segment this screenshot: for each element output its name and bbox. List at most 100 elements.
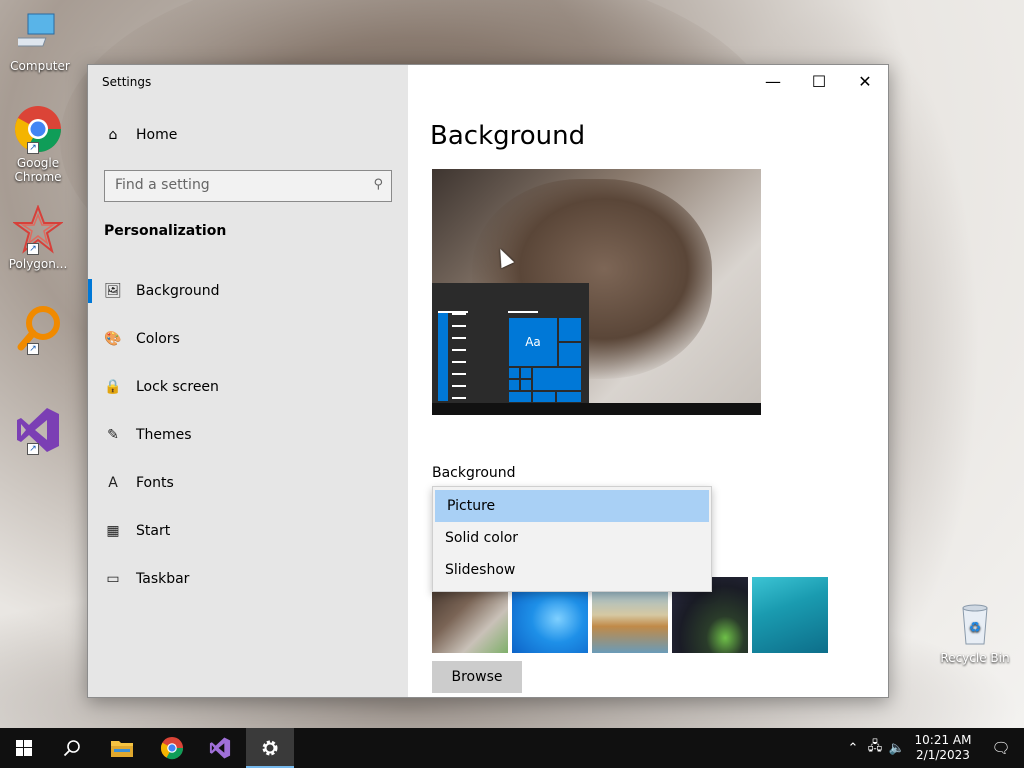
preview-tile (558, 317, 582, 342)
taskbar-file-explorer[interactable] (98, 728, 146, 768)
folder-icon (111, 741, 133, 757)
recycle-bin-icon: ♻ (962, 604, 988, 645)
sidebar-item-taskbar[interactable]: ▭ Taskbar (88, 555, 408, 603)
page-title: Background (430, 121, 586, 151)
palette-icon: 🎨 (104, 331, 122, 347)
home-icon: ⌂ (108, 127, 118, 143)
close-button[interactable]: ✕ (842, 65, 888, 97)
desktop-icon-visual-studio[interactable]: ↗ (0, 405, 76, 457)
start-button[interactable] (0, 728, 48, 768)
preview-line (452, 337, 466, 339)
desktop-icon-magnifier-app[interactable]: ↗ (0, 305, 76, 357)
search-button[interactable] (48, 728, 96, 768)
preview-line (508, 311, 538, 313)
taskbar: ⌃ 🖧 🔈 10:21 AM 2/1/2023 🗨 (0, 728, 1024, 768)
chevron-up-icon[interactable]: ⌃ (842, 741, 864, 756)
shortcut-arrow-icon: ↗ (27, 443, 39, 455)
background-preview: Aa (432, 169, 761, 415)
windows-logo-icon (16, 740, 32, 756)
preview-tile (520, 379, 532, 391)
preview-tile: Aa (508, 317, 558, 367)
search-icon (63, 740, 80, 757)
preview-line (452, 361, 466, 363)
desktop-icon-recycle-bin[interactable]: ♻ Recycle Bin (937, 602, 1013, 665)
preview-tile (532, 367, 582, 391)
dropdown-option-picture[interactable]: Picture (435, 490, 709, 522)
preview-tiles: Aa (508, 317, 582, 403)
taskbar-chrome[interactable] (148, 728, 196, 768)
notification-icon[interactable]: 🗨 (978, 739, 1024, 757)
search-icon: ⚲ (373, 177, 383, 192)
preview-line (452, 385, 466, 387)
shortcut-arrow-icon: ↗ (27, 343, 39, 355)
picture-thumbnail[interactable] (752, 577, 828, 653)
background-type-dropdown[interactable]: Picture Solid color Slideshow (432, 486, 712, 592)
sidebar-item-lock-screen[interactable]: 🔒 Lock screen (88, 363, 408, 411)
sidebar-item-label: Themes (136, 427, 192, 443)
dropdown-option-slideshow[interactable]: Slideshow (433, 554, 711, 586)
sidebar-item-background[interactable]: 🖼 Background (88, 267, 408, 315)
nav-home-label: Home (136, 127, 178, 143)
clock-date: 2/1/2023 (916, 748, 970, 762)
nav-list: 🖼 Background 🎨 Colors 🔒 Lock screen ✎ Th… (88, 267, 408, 603)
settings-sidebar: Settings ⌂ Home Find a setting ⚲ Persona… (88, 65, 408, 697)
sidebar-item-themes[interactable]: ✎ Themes (88, 411, 408, 459)
volume-icon[interactable]: 🔈 (886, 741, 908, 756)
sidebar-item-label: Taskbar (136, 571, 190, 587)
dropdown-option-solid-color[interactable]: Solid color (433, 522, 711, 554)
sidebar-item-colors[interactable]: 🎨 Colors (88, 315, 408, 363)
preview-tile (532, 391, 556, 403)
lock-screen-icon: 🔒 (104, 379, 122, 395)
browse-button[interactable]: Browse (432, 661, 522, 693)
clock[interactable]: 10:21 AM 2/1/2023 (908, 733, 978, 763)
desktop-icon-computer[interactable]: Computer (2, 10, 78, 73)
window-title: Settings (102, 75, 152, 89)
preview-tile (520, 367, 532, 379)
sidebar-item-start[interactable]: ▦ Start (88, 507, 408, 555)
preview-line (452, 397, 466, 399)
preview-tile (508, 379, 520, 391)
desktop-icon-polygon[interactable]: ↗ Polygon... (0, 204, 76, 271)
preview-tile (556, 391, 582, 403)
maximize-button[interactable]: ☐ (796, 65, 842, 97)
taskbar-settings[interactable] (246, 728, 294, 768)
computer-icon (10, 13, 55, 47)
search-input[interactable]: Find a setting ⚲ (104, 170, 392, 202)
desktop-icon-label: Google Chrome (14, 156, 62, 184)
clock-time: 10:21 AM (914, 733, 972, 747)
shortcut-arrow-icon: ↗ (27, 243, 39, 255)
preview-taskbar (432, 403, 761, 415)
settings-window[interactable]: Settings ⌂ Home Find a setting ⚲ Persona… (87, 64, 889, 698)
preview-line (452, 325, 466, 327)
minimize-button[interactable]: — (750, 65, 796, 97)
themes-icon: ✎ (107, 427, 119, 443)
network-icon[interactable]: 🖧 (864, 737, 886, 759)
preview-tile (508, 391, 532, 403)
desktop-icon-label: Polygon... (8, 257, 68, 271)
taskbar-icon: ▭ (106, 571, 120, 587)
preview-line (452, 349, 466, 351)
preview-app-list (438, 313, 470, 409)
fonts-icon: A (108, 475, 118, 491)
chrome-icon (160, 736, 184, 760)
preview-tile (508, 367, 520, 379)
preview-line (452, 313, 466, 315)
desktop-icon-chrome[interactable]: ↗ Google Chrome (0, 104, 76, 184)
start-icon: ▦ (106, 523, 120, 539)
system-tray: ⌃ 🖧 🔈 10:21 AM 2/1/2023 🗨 (842, 728, 1024, 768)
picture-icon: 🖼 (104, 283, 122, 299)
search-placeholder: Find a setting (115, 177, 210, 193)
desktop-icon-label: Recycle Bin (940, 651, 1010, 665)
sidebar-item-fonts[interactable]: A Fonts (88, 459, 408, 507)
preview-tile (558, 342, 582, 367)
section-title: Personalization (104, 223, 227, 239)
sidebar-item-label: Colors (136, 331, 180, 347)
desktop-icon-label: Computer (10, 59, 70, 73)
sidebar-item-label: Fonts (136, 475, 174, 491)
sidebar-item-label: Lock screen (136, 379, 219, 395)
preview-start-menu: Aa (432, 283, 589, 403)
preview-line (452, 373, 466, 375)
taskbar-visual-studio[interactable] (196, 728, 244, 768)
shortcut-arrow-icon: ↗ (27, 142, 39, 154)
nav-home[interactable]: ⌂ Home (104, 127, 178, 143)
